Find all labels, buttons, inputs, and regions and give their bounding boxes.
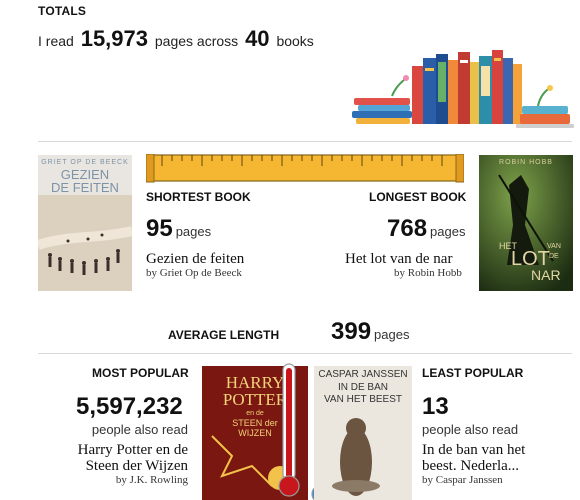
longest-book-pages: 768 — [387, 215, 428, 242]
longest-book-heading: LONGEST BOOK — [369, 190, 467, 204]
average-length-heading: AVERAGE LENGTH — [168, 328, 280, 342]
most-popular-heading: MOST POPULAR — [92, 366, 189, 380]
section-divider — [38, 141, 572, 142]
most-popular-count: 5,597,232 — [76, 393, 183, 420]
pages-unit: pages — [430, 224, 466, 239]
least-popular-title-line2[interactable]: beest. Nederla... — [422, 458, 519, 475]
shortest-book-stat: 95 pages — [146, 215, 211, 243]
average-length-pages: 399 — [331, 318, 372, 345]
least-popular-count: 13 — [422, 393, 449, 420]
least-popular-heading: LEAST POPULAR — [422, 366, 524, 380]
cover-title-line: IN DE BAN — [337, 382, 388, 393]
shortest-book-cover[interactable]: GRIET OP DE BEECK GEZIEN DE FEITEN — [38, 155, 132, 291]
most-popular-unit: people also read — [91, 422, 188, 437]
totals-suffix: books — [276, 33, 314, 49]
cover-author: CASPAR JANSSEN — [318, 369, 408, 380]
longest-book-cover[interactable]: ROBIN HOBB HET LOT VAN DE NAR — [479, 155, 573, 291]
bookshelf-illustration — [352, 50, 574, 128]
cover-title-line: NAR — [531, 267, 561, 283]
longest-book-author[interactable]: by Robin Hobb — [394, 267, 462, 279]
cover-author: ROBIN HOBB — [499, 159, 553, 166]
cover-title-line: LOT — [511, 248, 550, 270]
pages-unit: pages — [374, 327, 410, 342]
shortest-book-title[interactable]: Gezien de feiten — [146, 251, 244, 268]
ruler-illustration — [146, 154, 464, 183]
shortest-book-heading: SHORTEST BOOK — [146, 190, 251, 204]
totals-prefix: I read — [38, 33, 74, 49]
pages-unit: pages — [175, 224, 212, 239]
most-popular-title-line2[interactable]: Steen der Wijzen — [40, 458, 188, 475]
least-popular-unit: people also read — [422, 422, 519, 437]
total-books-count: 40 — [245, 26, 270, 51]
totals-middle: pages across — [154, 33, 239, 49]
cover-title-line: VAN — [547, 243, 561, 250]
section-divider — [38, 353, 572, 354]
shortest-book-author[interactable]: by Griet Op de Beeck — [146, 267, 242, 279]
totals-heading: TOTALS — [38, 4, 87, 18]
most-popular-author[interactable]: by J.K. Rowling — [88, 474, 188, 486]
totals-summary: I read 15,973 pages across 40 books — [38, 26, 314, 52]
shortest-book-pages: 95 — [146, 215, 173, 242]
high-thermometer-icon — [278, 363, 300, 497]
cover-title-line: VAN HET BEEST — [324, 394, 402, 405]
cover-title-line: DE FEITEN — [51, 180, 119, 195]
total-pages-count: 15,973 — [80, 26, 148, 51]
longest-book-stat: 768 pages — [387, 215, 465, 243]
least-popular-author[interactable]: by Caspar Janssen — [422, 474, 503, 486]
cover-title-line: DE — [549, 253, 559, 260]
least-popular-title-line1[interactable]: In de ban van het — [422, 442, 525, 459]
average-length-stat: 399 pages — [331, 318, 409, 346]
least-popular-book-cover[interactable]: CASPAR JANSSEN IN DE BAN VAN HET BEEST — [314, 366, 412, 500]
longest-book-title[interactable]: Het lot van de nar — [345, 251, 452, 268]
most-popular-title-line1[interactable]: Harry Potter en de — [40, 442, 188, 459]
cover-author: GRIET OP DE BEECK — [41, 159, 129, 166]
